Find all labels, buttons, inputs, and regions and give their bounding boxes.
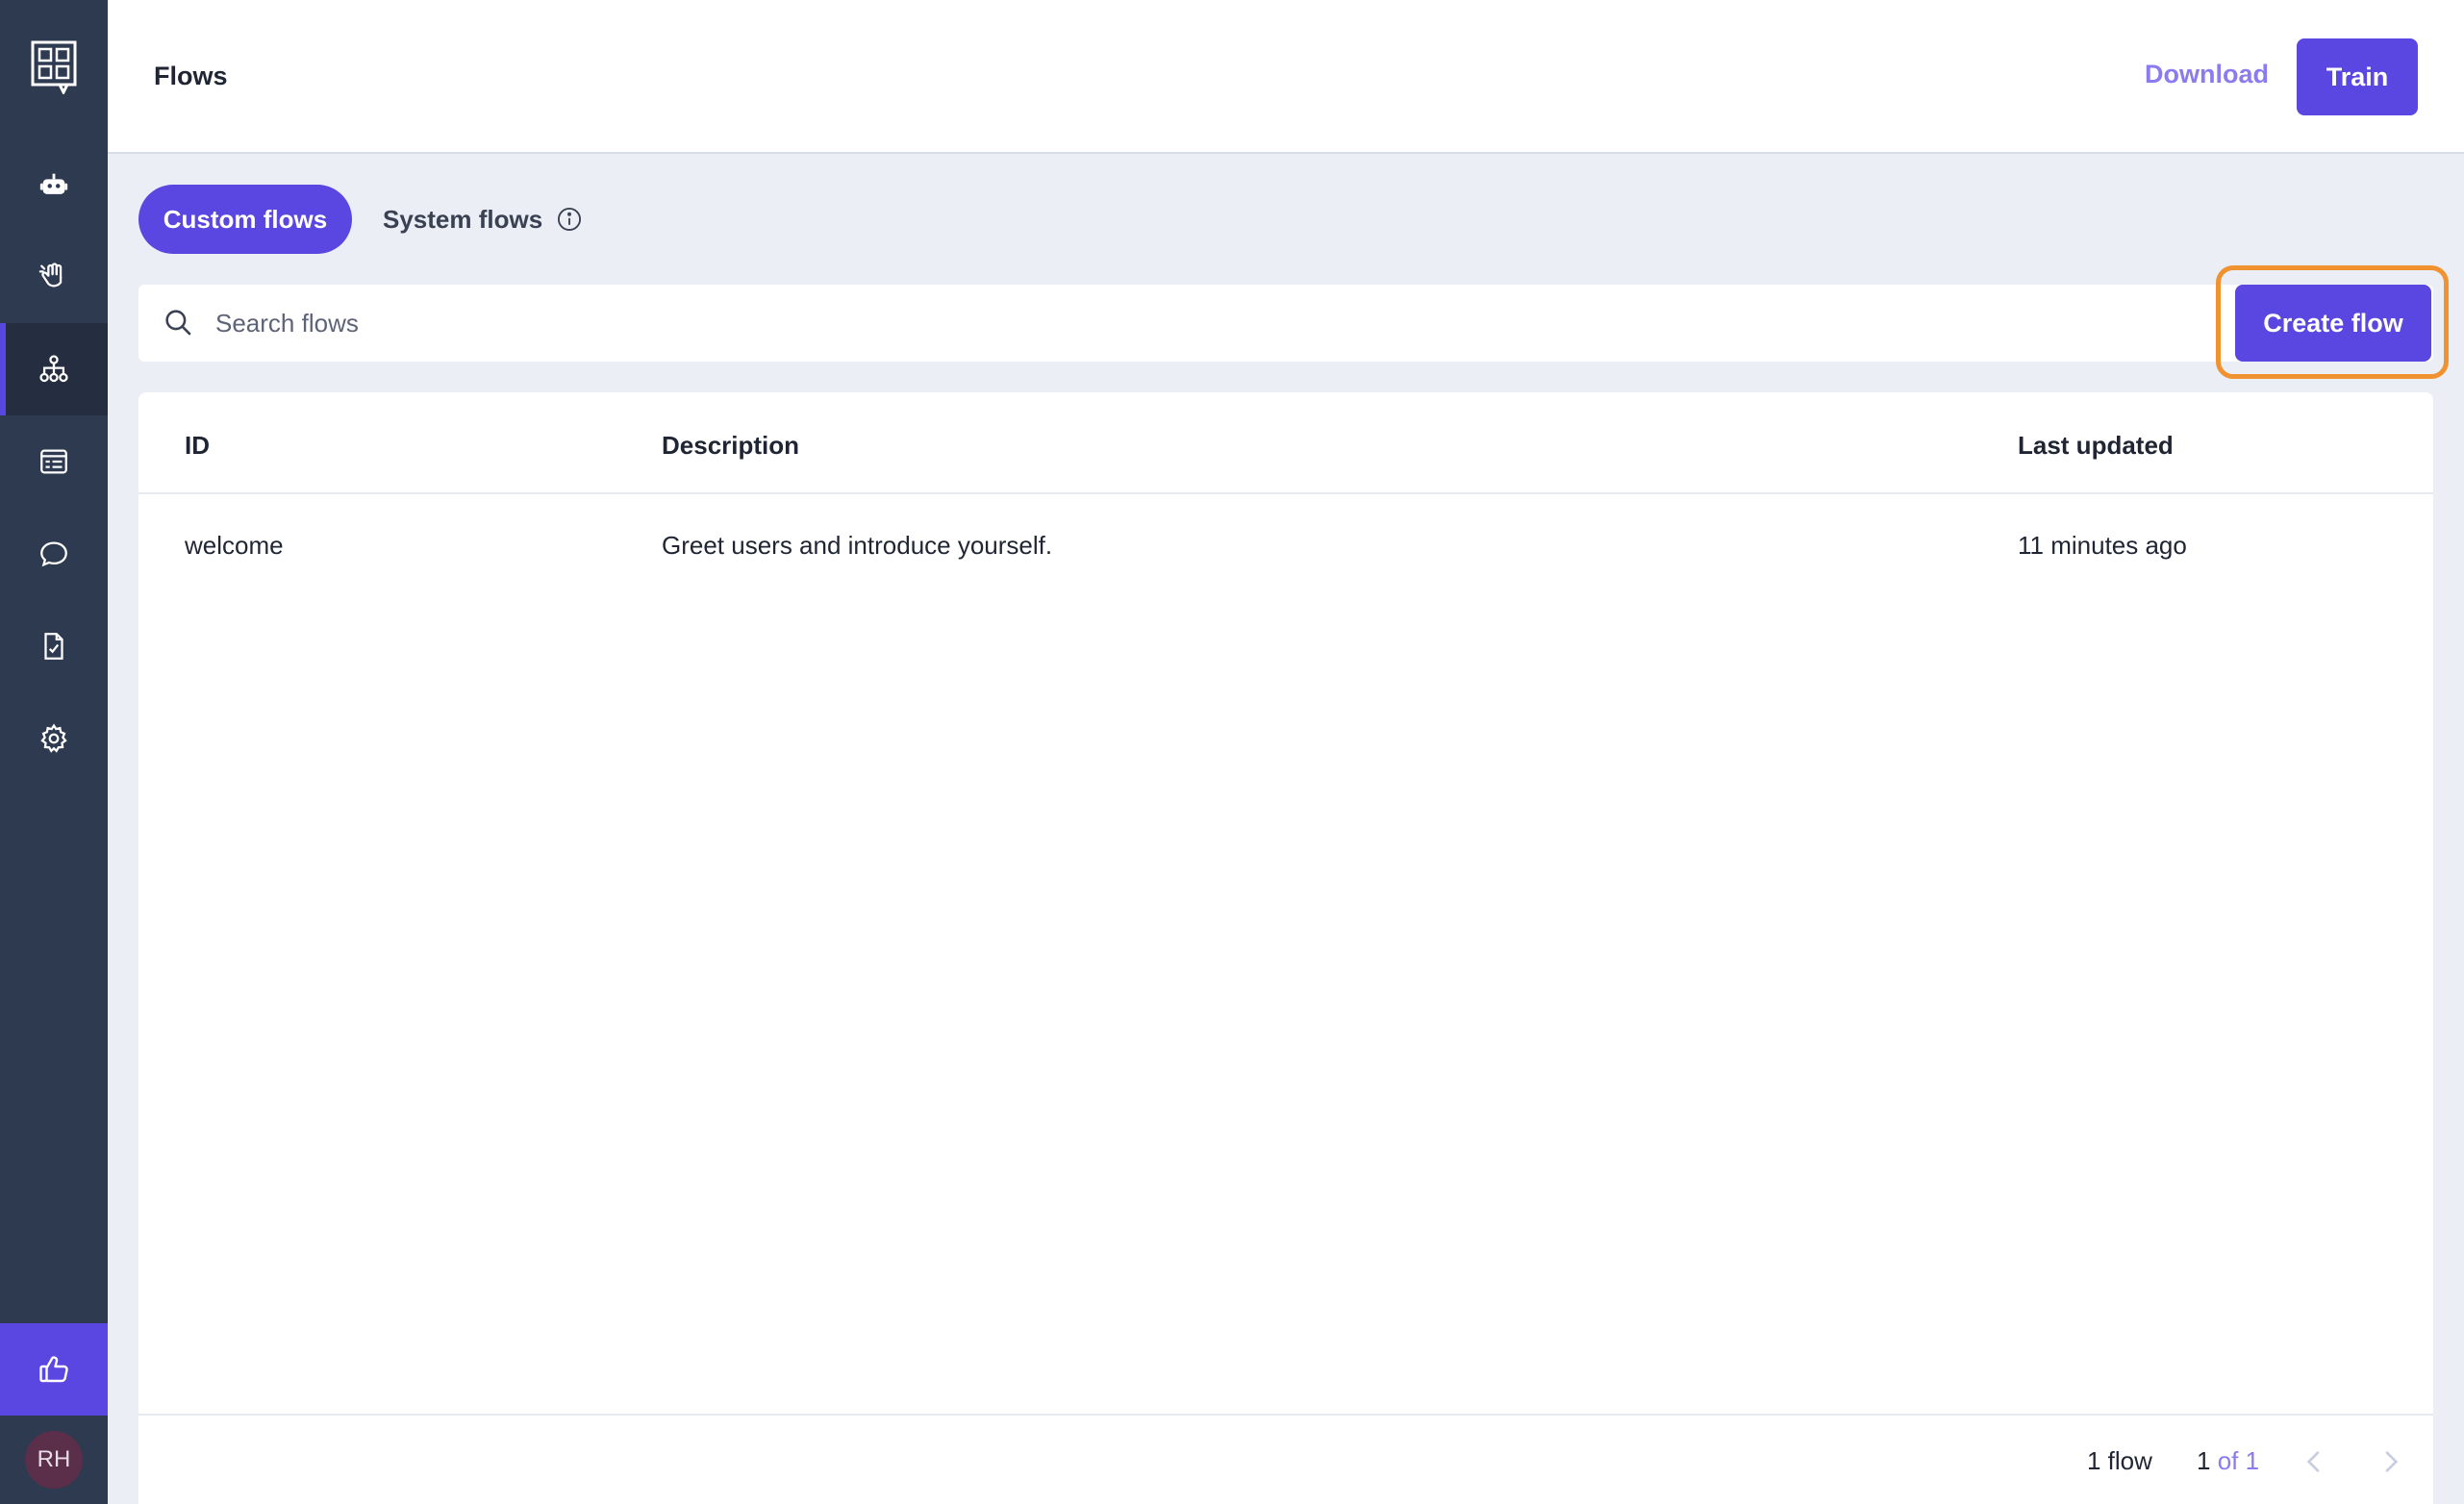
flows-hierarchy-icon [39, 355, 68, 383]
sidebar-item-conversations[interactable] [0, 508, 108, 600]
avatar[interactable]: RH [25, 1431, 83, 1489]
sidebar-item-tests[interactable] [0, 600, 108, 692]
flow-count: 1 flow [2087, 1446, 2152, 1475]
header: Flows Download Train [108, 0, 2464, 154]
tab-system-flows[interactable]: System flows [383, 185, 583, 254]
train-button[interactable]: Train [2297, 38, 2418, 115]
sidebar-item-greeting[interactable] [0, 231, 108, 323]
chevron-right-icon[interactable] [2376, 1446, 2406, 1477]
column-header-last-updated[interactable]: Last updated [2018, 431, 2174, 461]
sidebar-item-assistant[interactable] [0, 138, 108, 231]
clipboard-check-icon [44, 633, 63, 660]
thumbs-up-icon [39, 1356, 68, 1383]
cell-last-updated: 11 minutes ago [2018, 531, 2187, 560]
search-bar [138, 285, 2433, 362]
gear-icon [40, 723, 67, 753]
table-header-divider [138, 492, 2433, 494]
conversation-bubble-icon [40, 541, 67, 567]
responses-list-icon [40, 449, 67, 474]
rasa-logo[interactable] [31, 40, 77, 96]
robot-icon [39, 173, 68, 194]
pagination-current: 1 [2197, 1446, 2211, 1475]
cell-description: Greet users and introduce yourself. [662, 531, 1053, 560]
tab-custom-flows[interactable]: Custom flows [138, 185, 352, 254]
sidebar-item-settings[interactable] [0, 692, 108, 785]
sidebar-item-responses[interactable] [0, 415, 108, 508]
app: RH Flows Download Train Custom flows Sys… [0, 0, 2464, 1504]
flows-table: ID Description Last updated welcome Gree… [138, 392, 2433, 1504]
pagination-status: 1 of 1 [2197, 1446, 2259, 1476]
chevron-left-icon[interactable] [2299, 1446, 2329, 1477]
sidebar-item-flows[interactable] [0, 323, 108, 415]
hand-wave-icon [38, 263, 63, 288]
pagination-total: of 1 [2217, 1446, 2260, 1475]
info-icon[interactable] [556, 206, 583, 233]
search-icon [165, 310, 191, 336]
tab-system-flows-label: System flows [383, 204, 543, 234]
page-title: Flows [154, 62, 228, 90]
feedback-button[interactable] [0, 1323, 108, 1416]
search-input[interactable] [215, 285, 2043, 362]
column-header-description[interactable]: Description [662, 431, 799, 461]
cell-id[interactable]: welcome [185, 531, 284, 561]
column-header-id[interactable]: ID [185, 431, 210, 461]
download-button[interactable]: Download [2145, 60, 2269, 89]
sidebar: RH [0, 0, 108, 1504]
table-footer-divider [138, 1414, 2433, 1416]
create-flow-button[interactable]: Create flow [2235, 285, 2431, 362]
